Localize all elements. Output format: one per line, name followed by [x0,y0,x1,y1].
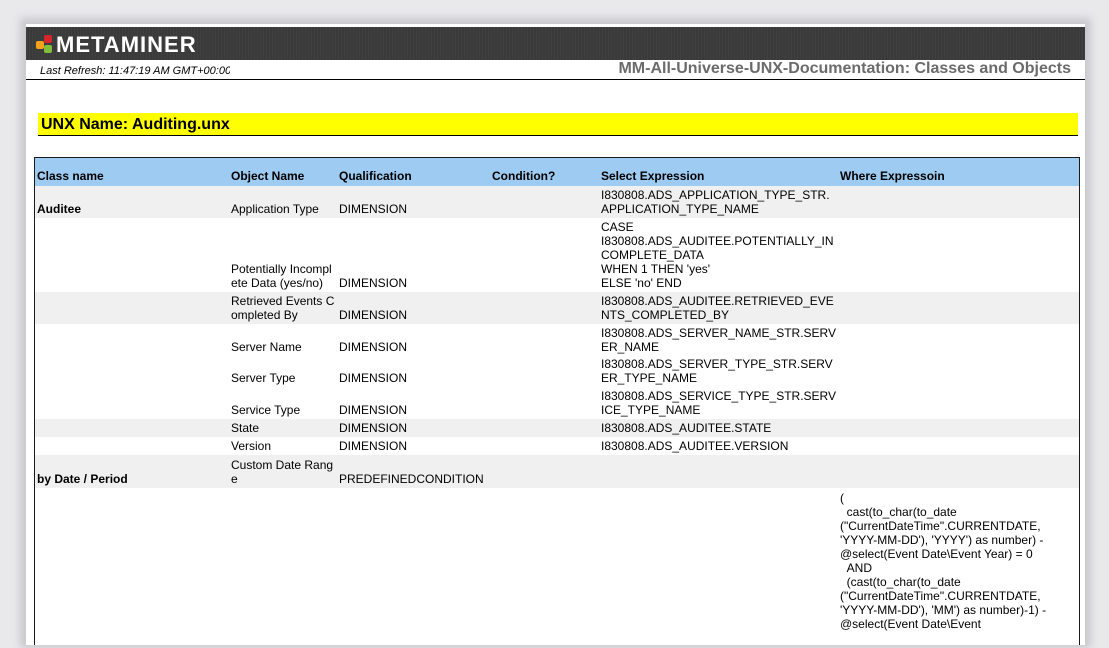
where-expression-cell: ( cast(to_char(to_date ("CurrentDateTime… [840,491,1047,631]
where-expression-cell [838,186,1079,218]
column-header: Condition? [490,158,599,186]
class-name-cell [35,324,229,356]
report-header-bar: METAMINER [26,27,1085,60]
select-expression-cell [599,488,838,633]
qualification-cell: PREDEFINEDCONDITION [337,455,490,488]
select-expression-cell: CASE I830808.ADS_AUDITEE.POTENTIALLY_INC… [601,220,834,290]
select-expression-cell: I830808.ADS_SERVER_NAME_STR.SERVER_NAME [601,326,837,354]
table-row: State DIMENSION I830808.ADS_AUDITEE.STAT… [35,419,1079,437]
class-name-cell [35,218,229,292]
table-header-row: Class name Object Name Qualification Con… [35,158,1079,186]
class-name-cell: by Date / Period [35,455,229,488]
object-name-cell: Custom Date Range [229,455,337,488]
table-row: Server Name DIMENSION I830808.ADS_SERVER… [35,324,1079,356]
metaminer-logo-icon [36,35,54,55]
condition-cell [490,419,599,437]
condition-cell [490,455,599,488]
metaminer-logo: METAMINER [36,32,197,57]
object-name-cell: Server Name [231,340,302,354]
column-header: Qualification [337,158,490,186]
object-name-cell [229,488,337,633]
object-name-cell: Retrieved Events Completed By [229,292,337,324]
qualification-cell: DIMENSION [339,439,408,453]
column-header: Class name [35,158,229,186]
object-name-cell: Application Type [229,186,337,218]
last-refresh-label: Last Refresh: 11:47:19 AM GMT+00:00 [40,65,230,77]
column-header: Object Name [229,158,337,186]
table-row: Service Type DIMENSION I830808.ADS_SERVI… [35,387,1079,419]
select-expression-cell: I830808.ADS_AUDITEE.RETRIEVED_EVENTS_COM… [599,292,838,324]
where-expression-cell [838,437,1079,455]
condition-cell [490,356,599,387]
column-header: Select Expression [599,158,838,186]
select-expression-cell: I830808.ADS_SERVER_TYPE_STR.SERVER_TYPE_… [601,357,833,385]
report-page: METAMINER Last Refresh: 11:47:19 AM GMT+… [26,24,1085,645]
class-name-cell [35,292,229,324]
qualification-cell: DIMENSION [337,419,490,437]
table-row: Server Type DIMENSION I830808.ADS_SERVER… [35,356,1079,387]
where-expression-cell [838,324,1079,356]
qualification-cell: DIMENSION [339,371,408,385]
select-expression-cell: I830808.ADS_AUDITEE.VERSION [601,439,789,453]
table-row: Auditee Application Type DIMENSION I8308… [35,186,1079,218]
class-name-cell [35,419,229,437]
select-expression-cell: I830808.ADS_SERVICE_TYPE_STR.SERVICE_TYP… [601,389,837,417]
table-row: Potentially Incomplete Data (yes/no) DIM… [35,218,1079,292]
class-name-cell [35,437,229,455]
class-name-cell [35,387,229,419]
select-expression-cell: I830808.ADS_APPLICATION_TYPE_STR.APPLICA… [599,186,838,218]
where-expression-cell [838,419,1079,437]
condition-cell [490,488,599,633]
qualification-cell [337,488,490,633]
header-divider [26,79,1085,80]
select-expression-cell: I830808.ADS_AUDITEE.STATE [599,419,838,437]
unx-name-band: UNX Name: Auditing.unx [38,113,1078,136]
object-name-cell: Version [231,439,272,453]
where-expression-cell [838,356,1079,387]
qualification-cell: DIMENSION [339,340,408,354]
condition-cell [490,218,599,292]
qualification-cell: DIMENSION [337,186,490,218]
class-name-cell [35,356,229,387]
where-expression-cell [838,218,1079,292]
table-row: Version DIMENSION I830808.ADS_AUDITEE.VE… [35,437,1079,455]
where-expression-cell [838,387,1079,419]
logo-text: METAMINER [56,32,197,57]
object-name-cell: Potentially Incomplete Data (yes/no) [231,262,332,290]
unx-name-title: UNX Name: Auditing.unx [41,116,230,133]
column-header: Where Expressoin [838,158,1079,186]
table-row: ( cast(to_char(to_date ("CurrentDateTime… [35,488,1079,633]
where-expression-cell [838,292,1079,324]
qualification-cell: DIMENSION [337,292,490,324]
condition-cell [490,324,599,356]
condition-cell [490,437,599,455]
condition-cell [490,186,599,218]
object-name-cell: Service Type [231,403,301,417]
select-expression-cell [599,455,838,488]
table-row: by Date / Period Custom Date Range PREDE… [35,455,1079,488]
classes-objects-table: Class name Object Name Qualification Con… [34,157,1080,645]
document-title: MM-All-Universe-UNX-Documentation: Class… [618,60,1071,77]
condition-cell [490,387,599,419]
table-row: Retrieved Events Completed By DIMENSION … [35,292,1079,324]
qualification-cell: DIMENSION [339,276,408,290]
class-name-cell [35,488,229,633]
qualification-cell: DIMENSION [339,403,408,417]
condition-cell [490,292,599,324]
where-expression-cell [838,455,1079,488]
object-name-cell: State [229,419,337,437]
object-name-cell: Server Type [231,371,296,385]
class-name-cell: Auditee [35,186,229,218]
